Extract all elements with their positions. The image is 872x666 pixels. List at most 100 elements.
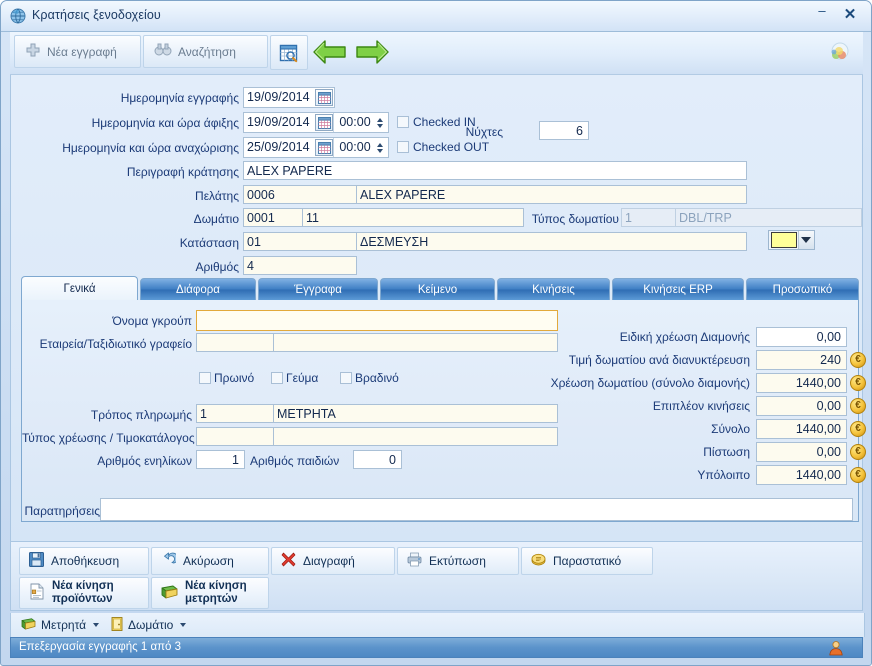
group-name-input[interactable]: [196, 310, 558, 331]
lunch-checkbox[interactable]: [271, 372, 283, 384]
nights-label: Νύχτες: [465, 125, 503, 139]
new-cash-move-button[interactable]: Νέα κίνηση μετρητών: [151, 577, 269, 609]
tab-prosopiko[interactable]: Προσωπικό: [746, 278, 859, 300]
notes-input[interactable]: [100, 498, 853, 521]
checked-out-checkbox[interactable]: [397, 141, 409, 153]
calendar-search-icon[interactable]: [270, 35, 308, 70]
group-name-label: Όνομα γκρούπ: [112, 314, 193, 328]
balance-input[interactable]: 1440,00: [756, 465, 847, 485]
breakfast-label: Πρωινό: [214, 371, 255, 385]
delete-label: Διαγραφή: [303, 554, 355, 568]
credit-input[interactable]: 0,00: [756, 442, 847, 462]
next-record-button[interactable]: [350, 35, 394, 68]
menu-bar: Μετρητά Δωμάτιο: [10, 613, 865, 637]
previous-record-button[interactable]: [308, 35, 352, 68]
new-record-button[interactable]: Νέα εγγραφή: [14, 35, 141, 68]
calendar-icon[interactable]: [315, 89, 333, 106]
customer-code-input[interactable]: 0006: [243, 185, 357, 204]
euro-icon[interactable]: €: [850, 375, 866, 391]
total-input[interactable]: 1440,00: [756, 419, 847, 439]
tab-kiniseis[interactable]: Κινήσεις: [497, 278, 610, 300]
room-code-input[interactable]: 0001: [243, 208, 303, 227]
color-swatch: [771, 232, 797, 248]
entry-date-input[interactable]: 19/09/2014: [244, 88, 316, 107]
document-label: Παραστατικό: [553, 554, 622, 568]
delete-button[interactable]: Διαγραφή: [271, 547, 395, 575]
document-button[interactable]: Παραστατικό: [521, 547, 653, 575]
customer-name-input[interactable]: ALEX PAPERE: [356, 185, 747, 204]
checked-in-checkbox[interactable]: [397, 116, 409, 128]
calendar-icon[interactable]: [315, 139, 333, 156]
arrival-date-input[interactable]: 19/09/2014: [244, 113, 316, 132]
euro-icon[interactable]: €: [850, 467, 866, 483]
action-bar: Αποθήκευση Ακύρωση Διαγραφή Εκτύπωση Παρ…: [10, 541, 863, 611]
save-button[interactable]: Αποθήκευση: [19, 547, 149, 575]
children-input[interactable]: 0: [353, 450, 402, 469]
charge-type-label: Τύπος χρέωσης / Τιμοκατάλογος: [22, 431, 195, 445]
nights-input[interactable]: 6: [539, 121, 589, 140]
room-name-input[interactable]: 11: [302, 208, 524, 227]
print-button[interactable]: Εκτύπωση: [397, 547, 519, 575]
status-name-input[interactable]: ΔΕΣΜΕΥΣΗ: [356, 232, 747, 251]
menu-item-cash[interactable]: Μετρητά: [21, 616, 100, 634]
euro-icon[interactable]: €: [850, 352, 866, 368]
menu-item-room[interactable]: Δωμάτιο: [111, 616, 187, 634]
children-label: Αριθμός παιδιών: [250, 454, 340, 468]
tab-kiniseis-erp[interactable]: Κινήσεις ERP: [612, 278, 744, 300]
new-record-label: Νέα εγγραφή: [47, 44, 117, 59]
lunch-label: Γεύμα: [286, 371, 319, 385]
departure-date-input[interactable]: 25/09/2014: [244, 138, 316, 157]
tab-diafora[interactable]: Διάφορα: [140, 278, 256, 300]
agency-label: Εταιρεία/Ταξιδιωτικό γραφείο: [39, 337, 192, 351]
euro-icon[interactable]: €: [850, 444, 866, 460]
arrival-time-spinner[interactable]: [373, 112, 387, 133]
charge-type-code-input[interactable]: [196, 427, 274, 446]
plus-icon: [25, 42, 41, 61]
number-input[interactable]: 4: [243, 256, 357, 275]
status-code-input[interactable]: 01: [243, 232, 357, 251]
tab-eggrafa[interactable]: Έγγραφα: [258, 278, 378, 300]
search-label: Αναζήτηση: [178, 44, 236, 59]
cancel-label: Ακύρωση: [183, 554, 234, 568]
cash-icon: [21, 617, 36, 633]
calendar-icon[interactable]: [315, 114, 333, 131]
toolbar: Νέα εγγραφή Αναζήτηση: [10, 32, 863, 75]
floppy-disk-icon: [29, 552, 44, 570]
cancel-button[interactable]: Ακύρωση: [151, 547, 269, 575]
minimize-button[interactable]: –: [811, 4, 833, 24]
tab-keimeno[interactable]: Κείμενο: [380, 278, 495, 300]
number-label: Αριθμός: [195, 260, 239, 274]
special-accommodation-charge-input[interactable]: 0,00: [756, 327, 847, 347]
color-swatch-dropdown[interactable]: [768, 230, 815, 250]
tab-strip: Γενικά Διάφορα Έγγραφα Κείμενο Κινήσεις …: [21, 276, 859, 300]
agency-code-input[interactable]: [196, 333, 274, 352]
departure-time-input[interactable]: 00:00: [336, 138, 374, 157]
arrival-time-input[interactable]: 00:00: [336, 113, 374, 132]
globe-icon: [10, 8, 26, 24]
money-row-label: Ειδική χρέωση Διαμονής: [619, 330, 750, 344]
payment-code-input[interactable]: 1: [196, 404, 274, 423]
tab-genika[interactable]: Γενικά: [21, 276, 138, 300]
status-bar: Επεξεργασία εγγραφής 1 από 3: [10, 637, 863, 658]
description-input[interactable]: ALEX PAPERE: [243, 161, 747, 180]
money-row-label: Πίστωση: [703, 445, 750, 459]
departure-time-spinner[interactable]: [373, 137, 387, 158]
extra-moves-input[interactable]: 0,00: [756, 396, 847, 416]
room-type-label: Τύπος δωματίου: [531, 212, 619, 226]
close-button[interactable]: ✕: [839, 6, 861, 24]
adults-input[interactable]: 1: [196, 450, 245, 469]
dinner-checkbox[interactable]: [340, 372, 352, 384]
departure-datetime-label: Ημερομηνία και ώρα αναχώρισης: [62, 141, 239, 155]
room-type-code-input: 1: [621, 208, 676, 227]
room-total-charge-input[interactable]: 1440,00: [756, 373, 847, 393]
room-price-per-night-input[interactable]: 240: [756, 350, 847, 370]
euro-icon[interactable]: €: [850, 421, 866, 437]
application-window: Κρατήσεις ξενοδοχείου – ✕ Νέα εγγραφή Αν…: [0, 0, 872, 666]
customer-label: Πελάτης: [195, 189, 239, 203]
euro-icon[interactable]: €: [850, 398, 866, 414]
breakfast-checkbox[interactable]: [199, 372, 211, 384]
search-button[interactable]: Αναζήτηση: [143, 35, 268, 68]
new-cash-move-line2: μετρητών: [185, 593, 238, 605]
room-type-name-input: DBL/TRP: [675, 208, 862, 227]
new-product-move-button[interactable]: Νέα κίνηση προϊόντων: [19, 577, 149, 609]
